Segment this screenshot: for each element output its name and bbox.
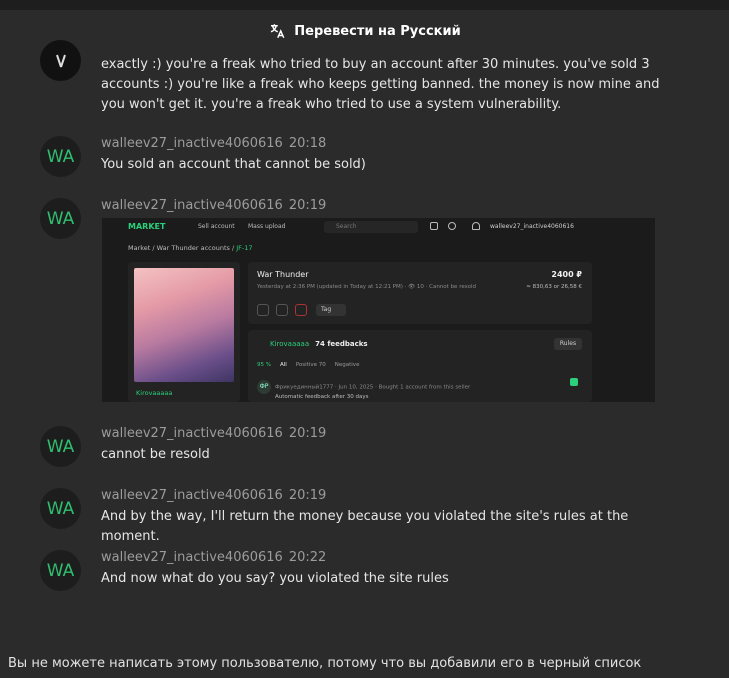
author-name[interactable]: walleev27_inactive4060616: [101, 488, 283, 503]
avatar[interactable]: [40, 40, 81, 81]
author-name[interactable]: walleev27_inactive4060616: [101, 136, 283, 151]
author-name[interactable]: walleev27_inactive4060616: [101, 198, 283, 213]
feedback-card: Kirovaaaaa 74 feedbacks Rules 95 % All Posi…: [248, 330, 592, 402]
embedded-search: Search: [324, 221, 418, 233]
avatar[interactable]: WA: [40, 198, 81, 239]
feedback-tabs: 95 % All Positive 70 Negative: [257, 362, 360, 368]
top-strip: [0, 0, 729, 10]
message-text: exactly :) you're a freak who tried to b…: [101, 57, 660, 112]
chat-icon: [448, 222, 456, 230]
feedback-header: Kirovaaaaa 74 feedbacks: [270, 340, 368, 348]
message-item: WA walleev27_inactive4060616 20:22 And no…: [40, 550, 700, 600]
message-header: walleev27_inactive4060616 20:19: [101, 488, 326, 503]
avatar[interactable]: WA: [40, 488, 81, 529]
item-meta: Yesterday at 2:36 PM (updated in Today a…: [257, 284, 476, 290]
message-text: And by the way, I'll return the money be…: [101, 509, 629, 544]
message-header: walleev27_inactive4060616 20:18: [101, 136, 326, 151]
avatar-image-icon: [55, 54, 66, 67]
avatar[interactable]: WA: [40, 136, 81, 177]
item-title: War Thunder: [257, 270, 309, 279]
timestamp: 20:22: [288, 550, 327, 565]
breadcrumb: Market / War Thunder accounts / JF-17: [128, 244, 253, 252]
message-text: cannot be resold: [101, 447, 210, 462]
tag-dropdown: Tag: [316, 304, 346, 316]
embedded-navbar: MARKET Sell account Mass upload Search w…: [102, 218, 655, 236]
review-avatar: ФР: [257, 380, 271, 394]
message-item: WA walleev27_inactive4060616 20:19: [40, 198, 700, 239]
cart-icon: [430, 222, 438, 230]
timestamp: 20:19: [288, 426, 327, 441]
avatar[interactable]: WA: [40, 426, 81, 467]
message-text: You sold an account that cannot be sold): [101, 157, 366, 172]
seller-panel: Kirovaaaaa: [128, 262, 240, 402]
seller-avatar-image: [134, 268, 234, 382]
timestamp: 20:19: [288, 198, 327, 213]
thumbs-up-icon: [570, 378, 578, 386]
item-card: War Thunder 2400 ₽ Yesterday at 2:36 PM …: [248, 262, 592, 324]
timestamp: 20:18: [288, 136, 327, 151]
message-header: walleev27_inactive4060616 20:19: [101, 426, 326, 441]
item-price: 2400 ₽: [551, 270, 582, 279]
timestamp: 20:19: [288, 488, 327, 503]
message-item: WA walleev27_inactive4060616 20:18 You so…: [40, 136, 700, 186]
message-header: walleev27_inactive4060616 20:19: [101, 198, 326, 213]
seller-name: Kirovaaaaa: [136, 389, 173, 397]
edit-icon: [276, 304, 288, 316]
author-name[interactable]: walleev27_inactive4060616: [101, 550, 283, 565]
message-item: exactly :) you're a freak who tried to b…: [40, 20, 700, 120]
attached-screenshot[interactable]: MARKET Sell account Mass upload Search w…: [102, 218, 655, 402]
bell-icon: [472, 222, 480, 230]
heart-icon: [257, 304, 269, 316]
message-text: And now what do you say? you violated th…: [101, 571, 449, 586]
nav-sell-account: Sell account: [198, 223, 235, 230]
message-item: WA walleev27_inactive4060616 20:19 And by…: [40, 488, 700, 544]
nav-mass-upload: Mass upload: [248, 223, 286, 230]
message-header: walleev27_inactive4060616 20:22: [101, 550, 326, 565]
blocked-user-notice: Вы не можете написать этому пользователю…: [8, 656, 642, 671]
message-item: WA walleev27_inactive4060616 20:19 cannot…: [40, 426, 700, 476]
rules-button: Rules: [554, 338, 582, 350]
review-item: ФР Фрикуединный1777 · Jun 10, 2025 · Boug…: [257, 380, 470, 400]
author-name[interactable]: walleev27_inactive4060616: [101, 426, 283, 441]
avatar[interactable]: WA: [40, 550, 81, 591]
report-icon: [295, 304, 307, 316]
market-logo: MARKET: [128, 222, 166, 231]
item-price-alt: ≈ 830,63 or 26,58 €: [526, 284, 582, 290]
embedded-username: walleev27_inactive4060616: [490, 223, 574, 230]
